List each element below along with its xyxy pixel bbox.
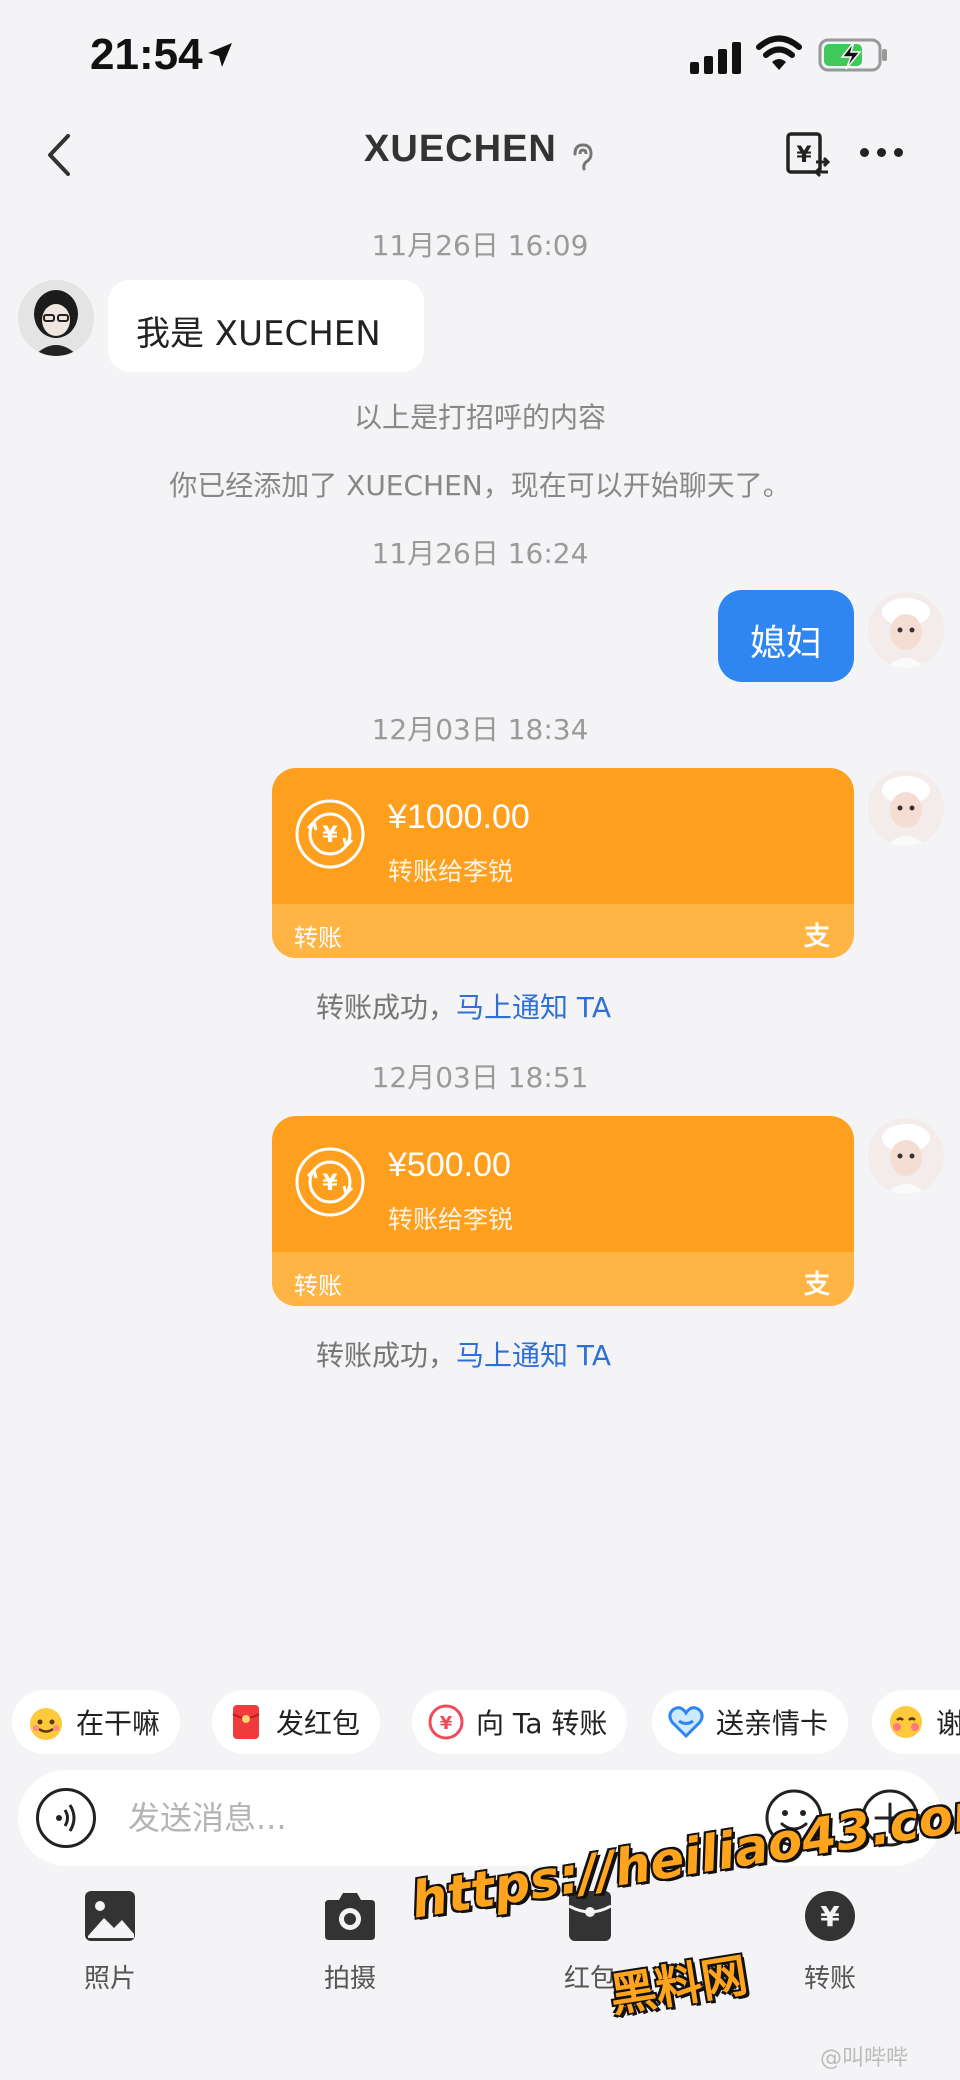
transfer-note: 转账给李锐 [388,1205,514,1234]
battery-charging-icon [818,38,887,72]
more-options-icon[interactable] [860,148,903,157]
notify-link[interactable]: 马上通知 TA [456,991,611,1024]
notify-link[interactable]: 马上通知 TA [456,1339,611,1372]
alipay-logo-icon: 支 [803,1270,830,1300]
tool-label: 照片 [83,1964,136,1994]
tool-label: 拍摄 [323,1964,376,1994]
svg-text:¥: ¥ [796,143,812,168]
incoming-message[interactable]: 我是 XUECHEN [108,280,424,372]
cell-signal-icon [690,42,741,74]
camera-icon [325,1893,375,1940]
svg-text:¥: ¥ [322,1171,338,1196]
transfer-coin-icon: ¥ [295,799,365,869]
chat-title: XUECHEN [364,128,557,170]
transfer-coin-icon: ¥ [428,1704,464,1740]
corner-watermark: @叫哔哔 [820,2046,909,2071]
timestamp: 12月03日 18:34 [371,713,589,746]
svg-text:¥: ¥ [820,1900,840,1933]
ear-icon [573,142,593,170]
chip-label: 谢 [936,1707,960,1740]
emoji-blush-icon [890,1706,922,1738]
chip-whats-up[interactable]: 在干嘛 [12,1690,181,1754]
transfer-icon: ¥ [805,1891,855,1941]
transfer-type-label: 转账 [294,1272,342,1300]
my-avatar[interactable] [868,770,944,846]
timestamp: 11月26日 16:24 [371,537,589,570]
chip-red-packet[interactable]: 发红包 [212,1690,381,1754]
location-arrow-icon [208,43,232,67]
tool-camera[interactable]: 拍摄 [290,1888,410,1995]
outgoing-message[interactable]: 媳妇 [718,590,854,682]
chip-label: 送亲情卡 [716,1707,829,1740]
photo-icon [85,1891,135,1941]
chip-thanks[interactable]: 谢 [872,1690,960,1754]
svg-text:¥: ¥ [322,823,338,848]
system-note: 你已经添加了 XUECHEN，现在可以开始聊天了。 [169,469,791,502]
chip-family-card[interactable]: 送亲情卡 [652,1690,849,1754]
transfer-note: 转账给李锐 [388,857,514,886]
transfer-success-text: 转账成功， [316,1339,457,1372]
status-time: 21:54 [90,30,203,79]
transfer-success-text: 转账成功， [316,991,457,1024]
quick-action-bar: 在干嘛 发红包 ¥ 向 Ta 转账 送亲情卡 谢 [0,1690,960,1754]
tool-label: 转账 [803,1964,856,1994]
transfer-status: 转账成功，马上通知 TA [316,986,611,1026]
my-avatar[interactable] [868,592,944,668]
transfer-card[interactable]: ¥ ¥500.00 转账给李锐 转账 支 [272,1116,854,1306]
chip-label: 发红包 [276,1707,361,1740]
system-note: 以上是打招呼的内容 [353,401,606,434]
contact-avatar[interactable] [18,280,94,356]
voice-input-button[interactable] [36,1788,96,1848]
currency-translate-icon[interactable]: ¥ [784,130,832,180]
chip-label: 在干嘛 [76,1707,161,1740]
tool-transfer[interactable]: ¥ 转账 [770,1888,890,1995]
chip-label: 向 Ta 转账 [476,1707,608,1740]
message-input[interactable] [128,1792,668,1844]
timestamp: 12月03日 18:51 [371,1061,589,1094]
transfer-footer: 转账 支 [272,1252,854,1306]
chip-transfer[interactable]: ¥ 向 Ta 转账 [412,1690,628,1754]
my-avatar[interactable] [868,1118,944,1194]
transfer-type-label: 转账 [294,924,342,952]
tool-photo[interactable]: 照片 [50,1888,170,1995]
transfer-footer: 转账 支 [272,904,854,958]
svg-text:¥: ¥ [440,1713,453,1734]
wifi-icon [756,35,802,70]
transfer-status: 转账成功，马上通知 TA [316,1334,611,1374]
voice-wave-icon [56,1804,76,1832]
heart-card-icon [668,1706,704,1739]
red-packet-icon [232,1705,260,1739]
timestamp: 11月26日 16:09 [371,229,589,262]
transfer-amount: ¥1000.00 [388,798,530,836]
transfer-card[interactable]: ¥ ¥1000.00 转账给李锐 转账 支 [272,768,854,958]
transfer-coin-icon: ¥ [295,1147,365,1217]
transfer-amount: ¥500.00 [388,1146,511,1184]
emoji-face-icon [30,1708,62,1740]
alipay-logo-icon: 支 [803,922,830,952]
